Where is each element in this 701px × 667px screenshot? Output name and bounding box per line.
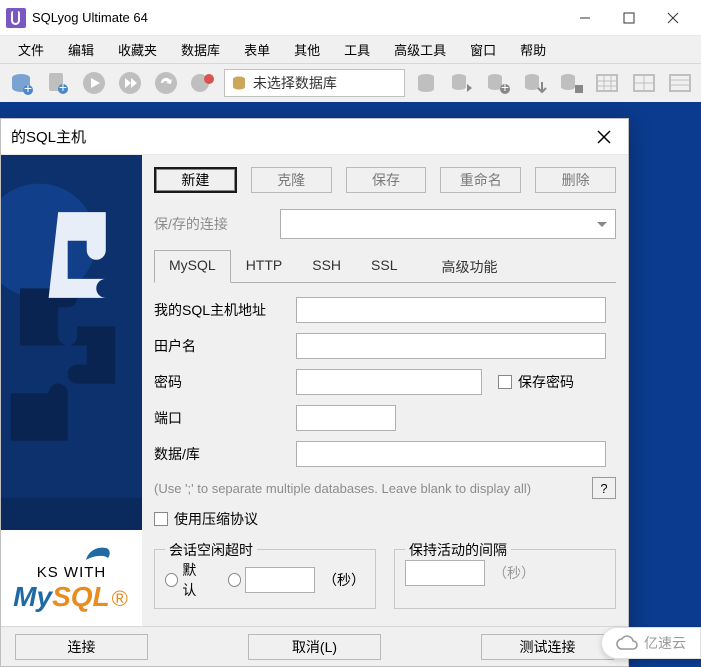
app-title: SQLyog Ultimate 64 (32, 10, 148, 25)
cloud-icon (616, 635, 638, 651)
watermark: 亿速云 (601, 627, 701, 659)
close-icon (597, 130, 611, 144)
menu-other[interactable]: 其他 (282, 36, 332, 63)
saved-connection-select[interactable] (280, 209, 616, 239)
database-input[interactable] (296, 441, 606, 467)
minimize-button[interactable] (563, 4, 607, 32)
svg-text:+: + (501, 79, 509, 95)
rename-button[interactable]: 重命名 (440, 167, 521, 193)
stop-icon[interactable] (188, 67, 218, 99)
menu-window[interactable]: 窗口 (458, 36, 508, 63)
puzzle-graphic (1, 155, 142, 530)
maximize-button[interactable] (607, 4, 651, 32)
idle-timeout-group: 会话空闲超时 默认 （秒） (154, 549, 376, 609)
password-input[interactable] (296, 369, 482, 395)
save-password-label: 保存密码 (518, 372, 574, 392)
app-icon (6, 8, 26, 28)
menu-file[interactable]: 文件 (6, 36, 56, 63)
database-hint: (Use ';' to separate multiple databases.… (154, 481, 592, 496)
idle-default-label: 默认 (182, 560, 208, 600)
connection-tabs: MySQL HTTP SSH SSL 高级功能 (154, 249, 616, 283)
save-password-checkbox[interactable] (498, 375, 512, 389)
menu-help[interactable]: 帮助 (508, 36, 558, 63)
svg-text:+: + (24, 80, 32, 96)
execute-all-icon[interactable] (115, 67, 145, 99)
help-button[interactable]: ? (592, 477, 616, 499)
close-button[interactable] (651, 4, 695, 32)
test-connection-button[interactable]: 测试连接 (481, 634, 614, 660)
save-button[interactable]: 保存 (346, 167, 427, 193)
tab-http[interactable]: HTTP (231, 250, 298, 283)
user-input[interactable] (296, 333, 606, 359)
title-bar: SQLyog Ultimate 64 (0, 0, 701, 35)
tool-icon-2[interactable] (447, 67, 477, 99)
tab-ssh[interactable]: SSH (297, 250, 356, 283)
menu-favorite[interactable]: 收藏夹 (106, 36, 169, 63)
cancel-button[interactable]: 取消(L) (248, 634, 381, 660)
tool-icon-grid2[interactable] (628, 67, 658, 99)
tool-bar: + + 未选择数据库 + (0, 64, 701, 104)
execute-icon[interactable] (79, 67, 109, 99)
new-query-icon[interactable]: + (42, 67, 72, 99)
dolphin-icon (84, 544, 112, 564)
dialog-title: 的SQL主机 (11, 126, 86, 147)
works-with-mysql: KS WITH MySQL® (1, 530, 142, 626)
compress-label: 使用压缩协议 (174, 509, 258, 529)
user-label: 田户名 (154, 336, 280, 356)
menu-table[interactable]: 表单 (232, 36, 282, 63)
idle-unit: （秒） (323, 570, 365, 590)
tool-icon-5[interactable] (556, 67, 586, 99)
database-selector[interactable]: 未选择数据库 (224, 69, 405, 97)
delete-button[interactable]: 删除 (535, 167, 616, 193)
host-label: 我的SQL主机地址 (154, 300, 280, 320)
keepalive-group: 保持活动的间隔 （秒） (394, 549, 616, 609)
keepalive-seconds-input[interactable] (405, 560, 485, 586)
tool-icon-grid3[interactable] (665, 67, 695, 99)
dialog-sidebar: KS WITH MySQL® (1, 155, 142, 626)
keepalive-unit: （秒） (493, 563, 535, 583)
dialog-footer: 连接 取消(L) 测试连接 (1, 626, 628, 666)
host-input[interactable] (296, 297, 606, 323)
svg-text:+: + (59, 79, 67, 95)
tab-ssl[interactable]: SSL (356, 250, 412, 283)
compress-checkbox[interactable] (154, 512, 168, 526)
port-input[interactable] (296, 405, 396, 431)
connection-dialog: 的SQL主机 KS WITH MySQL® (0, 118, 629, 667)
dialog-close-button[interactable] (590, 123, 618, 151)
connection-form: 新建 克隆 保存 重命名 删除 保/存的连接 MySQL HTTP SSH SS… (142, 155, 628, 626)
new-button[interactable]: 新建 (154, 167, 237, 193)
new-connection-icon[interactable]: + (6, 67, 36, 99)
db-selector-text: 未选择数据库 (253, 73, 337, 93)
menu-edit[interactable]: 编辑 (56, 36, 106, 63)
menu-advtools[interactable]: 高级工具 (382, 36, 458, 63)
menu-database[interactable]: 数据库 (169, 36, 232, 63)
idle-custom-radio[interactable] (228, 573, 241, 587)
clone-button[interactable]: 克隆 (251, 167, 332, 193)
idle-default-radio[interactable] (165, 573, 178, 587)
tab-mysql[interactable]: MySQL (154, 250, 231, 283)
password-label: 密码 (154, 372, 280, 392)
tool-icon-4[interactable] (520, 67, 550, 99)
saved-connection-label: 保/存的连接 (154, 214, 280, 234)
keepalive-legend: 保持活动的间隔 (405, 540, 511, 560)
tab-advanced[interactable]: 高级功能 (427, 250, 513, 283)
tool-icon-1[interactable] (411, 67, 441, 99)
menu-tools[interactable]: 工具 (332, 36, 382, 63)
watermark-text: 亿速云 (644, 633, 686, 653)
dialog-titlebar: 的SQL主机 (1, 119, 628, 155)
cylinder-icon (231, 75, 247, 91)
port-label: 端口 (154, 408, 280, 428)
idle-legend: 会话空闲超时 (165, 540, 257, 560)
tool-icon-3[interactable]: + (483, 67, 513, 99)
connect-button[interactable]: 连接 (15, 634, 148, 660)
database-label: 数据/库 (154, 444, 280, 464)
idle-seconds-input[interactable] (245, 567, 315, 593)
menu-bar: 文件 编辑 收藏夹 数据库 表单 其他 工具 高级工具 窗口 帮助 (0, 35, 701, 64)
refresh-icon[interactable] (151, 67, 181, 99)
tool-icon-grid1[interactable] (592, 67, 622, 99)
